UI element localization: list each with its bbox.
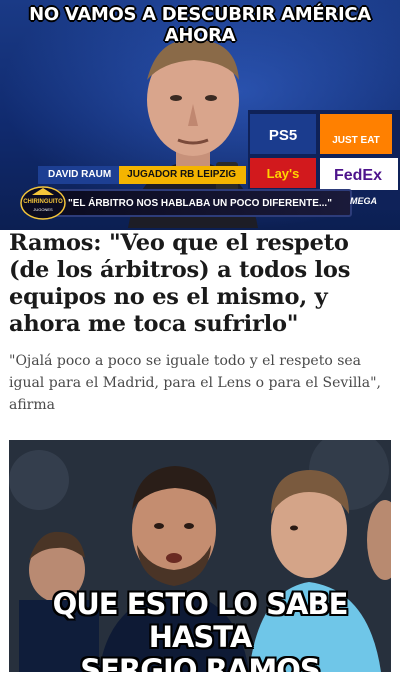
speaker-name: DAVID RAUM: [38, 166, 120, 184]
show-logo-subtext: JUGONES: [33, 207, 53, 212]
broadcast-lower-third: DAVID RAUM JUGADOR RB LEIPZIG "EL ÁRBITR…: [0, 163, 400, 223]
meme-bottom-caption: QUE ESTO LO SABE HASTA SERGIO RAMOS: [9, 587, 391, 673]
meme-bottom-caption-line2: SERGIO RAMOS: [80, 653, 321, 673]
speaker-role: JUGADOR RB LEIPZIG: [119, 166, 247, 184]
name-bar: DAVID RAUM JUGADOR RB LEIPZIG: [38, 166, 247, 184]
sponsor-just-eat: JUST EAT: [332, 135, 380, 146]
article-headline: Ramos: "Veo que el respeto (de los árbit…: [9, 230, 351, 337]
meme-bottom-caption-line1: QUE ESTO LO SABE HASTA: [52, 587, 349, 654]
sponsor-ps5: PS5: [269, 127, 297, 144]
meme-top-caption: NO VAMOS A DESCUBRIR AMÉRICA AHORA: [29, 4, 371, 46]
article-subhead: "Ojalá poco a poco se iguale todo y el r…: [9, 353, 382, 413]
quote-ticker: "EL ÁRBITRO NOS HABLABA UN POCO DIFERENT…: [52, 189, 352, 217]
show-logo-text: CHIRINGUITO: [23, 199, 63, 205]
interview-screenshot: PS5 JUST EAT Lay's FedEx NO VAMOS A DESC…: [0, 0, 400, 230]
show-logo: CHIRINGUITO JUGONES: [18, 185, 68, 221]
channel-logo: MEGA: [350, 196, 377, 206]
ramos-referee-photo: QUE ESTO LO SABE HASTA SERGIO RAMOS: [9, 440, 391, 672]
news-article: Ramos: "Veo que el respeto (de los árbit…: [0, 230, 400, 440]
